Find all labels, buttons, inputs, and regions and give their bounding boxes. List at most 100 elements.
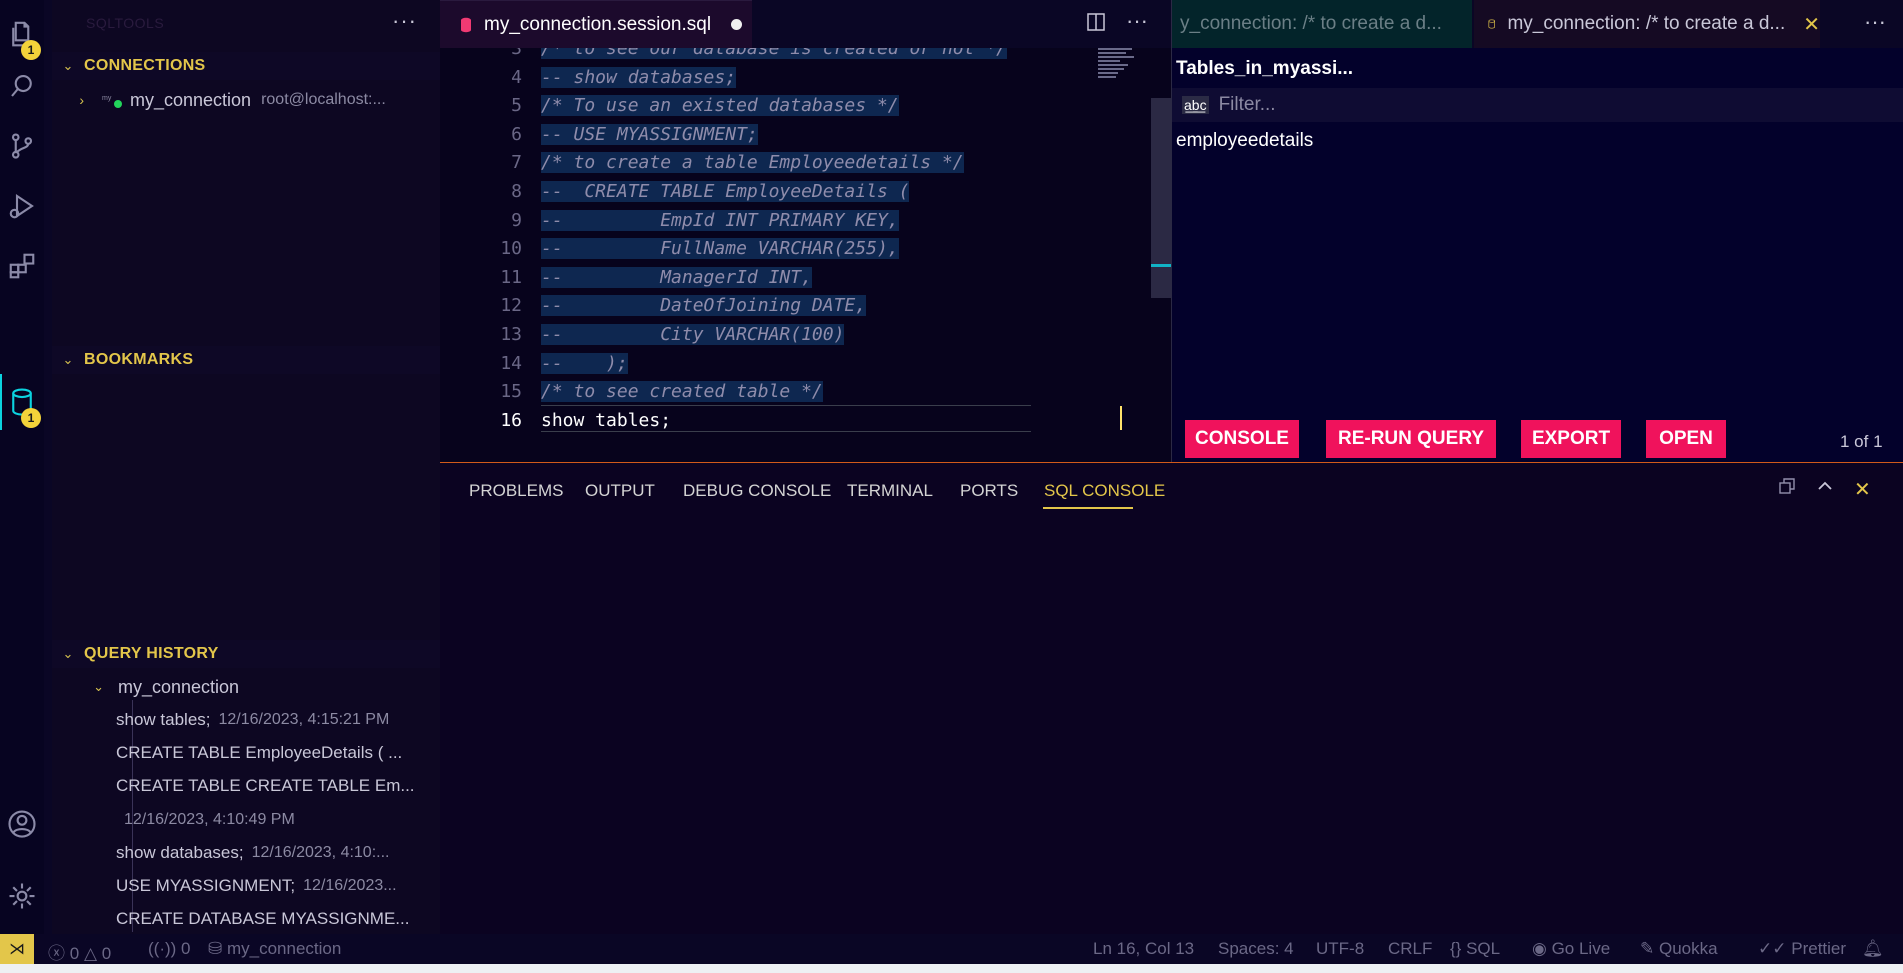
result-tab-active[interactable]: my_connection: /* to create a d... ✕ xyxy=(1474,0,1820,48)
problems-status[interactable]: ⓧ 0 △ 0 xyxy=(48,939,111,964)
tab-terminal[interactable]: TERMINAL xyxy=(847,481,933,501)
code-line[interactable]: -- show databases; xyxy=(541,66,737,88)
tab-debug-console[interactable]: DEBUG CONSOLE xyxy=(683,481,831,501)
history-item[interactable]: USE MYASSIGNMENT; 12/16/2023... xyxy=(116,872,436,900)
ellipsis-icon[interactable]: ··· xyxy=(1126,8,1148,34)
active-tab-underline xyxy=(1043,507,1133,509)
result-tab-name: y_connection: /* to create a d... xyxy=(1180,13,1442,34)
ellipsis-icon[interactable]: ··· xyxy=(1864,9,1886,35)
code-line[interactable]: -- FullName VARCHAR(255), xyxy=(541,238,899,260)
editor-scrollbar[interactable] xyxy=(1151,98,1171,298)
accounts-button[interactable] xyxy=(0,796,44,852)
prettier-button[interactable]: ✓✓ Prettier xyxy=(1758,939,1846,959)
line-number: 5 xyxy=(511,95,522,117)
editor-tab-bar: my_connection.session.sql ··· xyxy=(440,0,1172,48)
taskbar-edge xyxy=(0,964,1903,973)
cursor-position[interactable]: Ln 16, Col 13 xyxy=(1093,939,1194,959)
comment-text: -- City VARCHAR(100) xyxy=(541,324,845,345)
extensions-icon xyxy=(9,253,35,279)
result-tab[interactable]: y_connection: /* to create a d... xyxy=(1172,0,1472,48)
source-control-button[interactable] xyxy=(0,118,44,174)
encoding-status[interactable]: UTF-8 xyxy=(1316,939,1364,959)
code-line[interactable]: show tables; xyxy=(541,410,671,431)
code-line[interactable]: -- ManagerId INT, xyxy=(541,266,812,288)
ellipsis-icon[interactable]: ··· xyxy=(392,8,417,34)
result-column-header[interactable]: Tables_in_myassi... xyxy=(1176,58,1353,80)
code-line[interactable]: -- City VARCHAR(100) xyxy=(541,324,845,345)
open-button[interactable]: OPEN xyxy=(1646,420,1726,458)
bell-icon[interactable]: 🔔︎ xyxy=(1862,939,1884,959)
quokka-button[interactable]: ✎ Quokka xyxy=(1640,939,1718,959)
code-line[interactable]: -- CREATE TABLE EmployeeDetails ( xyxy=(541,181,910,202)
query-result-panel: Tables_in_myassi... a͟b͟c employeedetail… xyxy=(1172,48,1903,462)
code-line[interactable]: /* to create a table Employeedetails */ xyxy=(541,152,964,174)
comment-text: -- CREATE TABLE EmployeeDetails ( xyxy=(541,181,910,202)
restore-panel-icon[interactable] xyxy=(1778,477,1796,501)
code-line[interactable]: -- USE MYASSIGNMENT; xyxy=(541,123,758,145)
console-button[interactable]: CONSOLE xyxy=(1185,420,1299,458)
history-item[interactable]: show tables; 12/16/2023, 4:15:21 PM xyxy=(116,706,436,734)
sqltools-button[interactable]: 1 xyxy=(0,374,44,430)
braces-icon: {} xyxy=(1450,939,1462,958)
history-item[interactable]: CREATE TABLE EmployeeDetails ( ... xyxy=(116,739,436,767)
database-icon xyxy=(461,17,471,32)
split-editor-icon[interactable] xyxy=(1086,12,1106,38)
section-query-history[interactable]: ⌄ QUERY HISTORY xyxy=(52,640,440,668)
line-number: 3 xyxy=(511,48,522,59)
indentation-status[interactable]: Spaces: 4 xyxy=(1218,939,1294,959)
export-button[interactable]: EXPORT xyxy=(1521,420,1621,458)
code-line[interactable]: -- DateOfJoining DATE, xyxy=(541,295,867,317)
extensions-button[interactable] xyxy=(0,238,44,294)
comment-text: /* to see created table */ xyxy=(541,381,823,403)
search-icon xyxy=(11,74,32,97)
code-line[interactable]: -- EmpId INT PRIMARY KEY, xyxy=(541,209,899,231)
unsaved-dot-icon[interactable] xyxy=(731,19,743,30)
close-panel-icon[interactable]: ✕ xyxy=(1854,477,1871,502)
history-group[interactable]: ⌄ my_connection xyxy=(52,673,440,701)
minimap[interactable] xyxy=(1098,48,1138,82)
close-icon[interactable]: ✕ xyxy=(1803,12,1820,37)
connection-item[interactable]: › my my_connection root@localhost:... xyxy=(52,86,440,114)
line-number: 8 xyxy=(511,181,522,202)
manage-button[interactable] xyxy=(0,868,44,924)
language-status[interactable]: {} SQL xyxy=(1450,939,1500,959)
search-button[interactable] xyxy=(0,58,44,114)
rerun-query-button[interactable]: RE-RUN QUERY xyxy=(1326,420,1496,458)
explorer-button[interactable]: 1 xyxy=(0,6,44,62)
mysql-icon: my xyxy=(102,90,122,110)
code-line[interactable]: -- ); xyxy=(541,352,628,374)
history-query: USE MYASSIGNMENT; xyxy=(116,876,296,895)
tab-sql-console[interactable]: SQL CONSOLE xyxy=(1044,481,1165,501)
section-label: CONNECTIONS xyxy=(84,57,206,74)
editor-tab[interactable]: my_connection.session.sql xyxy=(440,0,752,48)
maximize-panel-icon[interactable] xyxy=(1816,477,1834,501)
result-cell[interactable]: employeedetails xyxy=(1176,130,1313,152)
scrollbar-indicator xyxy=(1151,264,1172,267)
go-live-button[interactable]: ◉ Go Live xyxy=(1532,939,1610,959)
tab-output[interactable]: OUTPUT xyxy=(585,481,655,501)
tab-problems[interactable]: PROBLEMS xyxy=(469,481,563,501)
tab-ports[interactable]: PORTS xyxy=(960,481,1018,501)
line-number: 14 xyxy=(500,352,522,374)
history-item[interactable]: CREATE TABLE CREATE TABLE Em... xyxy=(116,772,436,800)
code-text: show tables; xyxy=(541,409,672,431)
code-line[interactable]: /* to see our database is created or not… xyxy=(541,48,1007,59)
section-bookmarks[interactable]: ⌄ BOOKMARKS xyxy=(52,346,440,374)
run-debug-icon xyxy=(9,194,34,219)
section-connections[interactable]: ⌄ CONNECTIONS xyxy=(52,52,440,80)
eol-status[interactable]: CRLF xyxy=(1388,939,1432,959)
code-line[interactable]: /* to see created table */ xyxy=(541,381,823,403)
remote-icon[interactable]: ⋊ xyxy=(0,934,34,964)
connection-status[interactable]: ⛁ my_connection xyxy=(208,939,341,959)
language-label: SQL xyxy=(1466,939,1501,958)
history-group-name: my_connection xyxy=(118,676,240,697)
ports-status[interactable]: ((·)) 0 xyxy=(148,939,191,959)
warning-icon: △ xyxy=(83,944,98,963)
history-item[interactable]: show databases; 12/16/2023, 4:10:... xyxy=(116,839,436,867)
active-indicator xyxy=(0,374,2,430)
code-line[interactable]: /* To use an existed databases */ xyxy=(541,95,899,117)
run-debug-button[interactable] xyxy=(0,178,44,234)
filter-input[interactable] xyxy=(1218,94,1819,116)
history-item[interactable]: CREATE DATABASE MYASSIGNME... xyxy=(116,905,436,933)
code-editor[interactable]: 3 /* to see our database is created or no… xyxy=(440,48,1172,462)
